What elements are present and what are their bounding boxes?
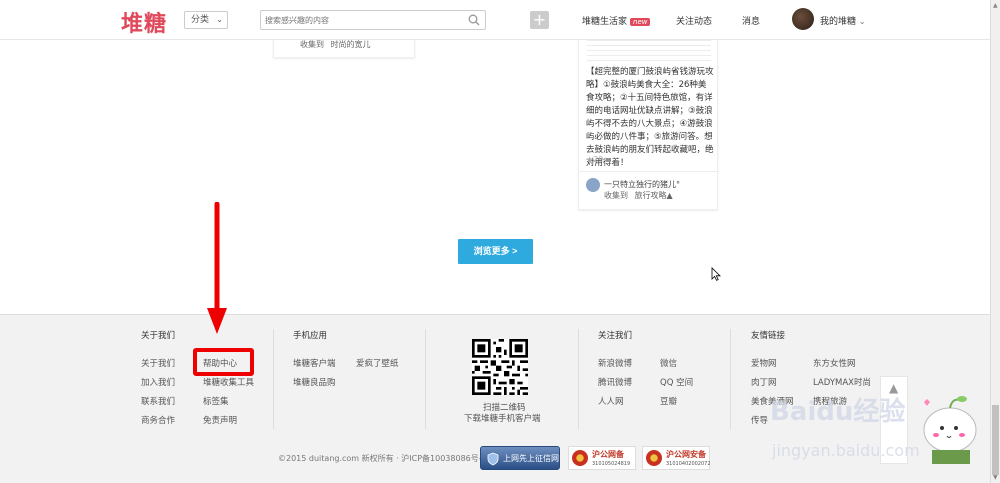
collected-to-label: 收集到 — [604, 191, 628, 200]
footer-friends-title: 友情链接 — [751, 331, 786, 341]
nav-messages[interactable]: 消息 — [742, 14, 760, 27]
collected-to-label: 收集到 — [300, 40, 324, 49]
footer-link-douban[interactable]: 豆瓣 — [660, 395, 677, 407]
user-avatar-small[interactable] — [586, 178, 600, 192]
footer-link-weibo[interactable]: 新浪微博 — [598, 357, 632, 369]
upload-plus-button[interactable]: + — [530, 11, 549, 29]
scroll-up-icon[interactable]: ▲ — [993, 2, 998, 9]
footer-follow-title: 关注我们 — [598, 331, 633, 341]
police-emblem-icon — [572, 450, 588, 466]
police-emblem-icon — [646, 450, 662, 466]
favorite-count[interactable]: ★29 — [586, 155, 603, 164]
footer-link-qzone[interactable]: QQ 空间 — [660, 376, 693, 388]
duitang-logo[interactable]: 堆糖 — [121, 6, 167, 38]
nav-life-home-label: 堆糖生活家 — [582, 17, 628, 27]
watermark-url: jingyan.baidu.com — [771, 441, 920, 460]
qr-caption-download: 下载堆糖手机客户端 — [464, 414, 541, 424]
police-badge-title: 沪公网安备 — [666, 450, 706, 459]
police-badge-1[interactable]: 沪公网备 310105024819 — [568, 446, 636, 470]
footer-divider — [730, 329, 731, 429]
mouse-cursor-icon — [711, 267, 721, 281]
user-avatar[interactable] — [792, 8, 814, 30]
nav-my-duitang-label: 我的堆糖 — [820, 17, 857, 27]
footer-friends-column: 友情链接 — [751, 329, 785, 351]
police-badge-2[interactable]: 沪公网安备 31010402002072 — [642, 446, 711, 470]
annotation-arrow-icon — [207, 202, 227, 334]
album-link[interactable]: 时尚的宽儿 — [331, 40, 371, 49]
category-label: 分类 — [191, 15, 210, 25]
footer-link-tags[interactable]: 标签集 — [203, 395, 229, 407]
footer-link-friend[interactable]: LADYMAX时尚 — [813, 376, 871, 388]
footer-divider — [425, 329, 426, 429]
footer-link-friend[interactable]: 东方女性网 — [813, 357, 856, 369]
footer-link-renren[interactable]: 人人网 — [598, 395, 624, 407]
footer-link-contact[interactable]: 联系我们 — [141, 395, 175, 407]
new-badge: new — [630, 18, 651, 26]
chevron-down-icon: ⌄ — [858, 17, 866, 26]
scrollbar-thumb[interactable] — [992, 405, 999, 475]
footer-about-column: 关于我们 — [141, 329, 175, 351]
footer-mobile-column: 手机应用 — [293, 329, 327, 351]
footer-link-wallpaper[interactable]: 爱疯了壁纸 — [356, 357, 399, 369]
search-box[interactable] — [260, 10, 486, 30]
footer-link-client[interactable]: 堆糖客户端 — [293, 357, 336, 369]
baidu-watermark: Baidu经验 jingyan.baidu.com — [770, 396, 977, 464]
footer-link-friend[interactable]: 爱物网 — [751, 357, 777, 369]
pin-user-name[interactable]: 一只特立独行的猪儿° — [604, 179, 680, 190]
footer-link-collect-tool[interactable]: 堆糖收集工具 — [203, 376, 254, 388]
search-input[interactable] — [261, 11, 461, 29]
footer-about-title: 关于我们 — [141, 331, 176, 341]
footer-link-about[interactable]: 关于我们 — [141, 357, 175, 369]
pin-card-right[interactable]: 【超完整的厦门鼓浪屿省钱游玩攻略】①鼓浪屿美食大全：26种美食攻略；②十五间特色… — [578, 28, 719, 210]
footer-divider — [578, 329, 579, 429]
footer-link-friend[interactable]: 肉丁网 — [751, 376, 777, 388]
pin-description: 【超完整的厦门鼓浪屿省钱游玩攻略】①鼓浪屿美食大全：26种美食攻略；②十五间特色… — [586, 67, 714, 168]
pin-collect-line: 收集到 旅行攻略▲ — [604, 190, 673, 201]
credit-badge-label: 上网先上征信网 — [503, 454, 559, 463]
footer-link-business[interactable]: 商务合作 — [141, 414, 175, 426]
scroll-down-icon[interactable]: ▼ — [993, 474, 998, 481]
search-icon[interactable] — [468, 14, 480, 26]
qr-code-image — [472, 339, 528, 395]
shield-icon — [487, 452, 499, 466]
nav-life-home[interactable]: 堆糖生活家 new — [582, 14, 651, 27]
card-divider — [579, 171, 719, 172]
chevron-down-icon: ⌄ — [216, 15, 223, 24]
footer-link-tencent-weibo[interactable]: 腾讯微博 — [598, 376, 632, 388]
top-header: 堆糖 分类 ⌄ + 堆糖生活家new 关注动态 消息 我的堆糖 ⌄ — [0, 0, 990, 40]
footer-link-join-us[interactable]: 加入我们 — [141, 376, 175, 388]
album-link[interactable]: 旅行攻略▲ — [635, 191, 673, 200]
copyright-text: ©2015 duitang.com 新权所有 · 沪ICP备10038086号-… — [278, 454, 487, 463]
police-badge-title: 沪公网备 — [592, 450, 624, 459]
footer-divider — [273, 329, 274, 429]
page-scrollbar[interactable]: ▲ ▼ — [990, 0, 1000, 483]
footer-link-wechat[interactable]: 微信 — [660, 357, 677, 369]
category-dropdown[interactable]: 分类 ⌄ — [184, 11, 228, 29]
pin-collect-line: 收集到 时尚的宽儿 — [300, 39, 371, 50]
annotation-highlight-box — [193, 348, 254, 376]
police-badge-code: 310105024819 — [592, 461, 631, 467]
nav-my-duitang[interactable]: 我的堆糖 ⌄ — [820, 14, 866, 27]
footer-link-shop[interactable]: 堆糖良品购 — [293, 376, 336, 388]
nav-follow-feed[interactable]: 关注动态 — [676, 14, 712, 27]
footer-follow-column: 关注我们 — [598, 329, 632, 351]
mascot-icon — [923, 396, 977, 464]
watermark-brand: Baidu经验 — [770, 396, 905, 427]
footer-link-disclaimer[interactable]: 免责声明 — [203, 414, 237, 426]
footer-mobile-title: 手机应用 — [293, 331, 328, 341]
police-badge-code: 31010402002072 — [666, 461, 711, 467]
browse-more-button[interactable]: 浏览更多 > — [458, 239, 533, 264]
credit-badge[interactable]: 上网先上征信网 — [480, 446, 560, 470]
